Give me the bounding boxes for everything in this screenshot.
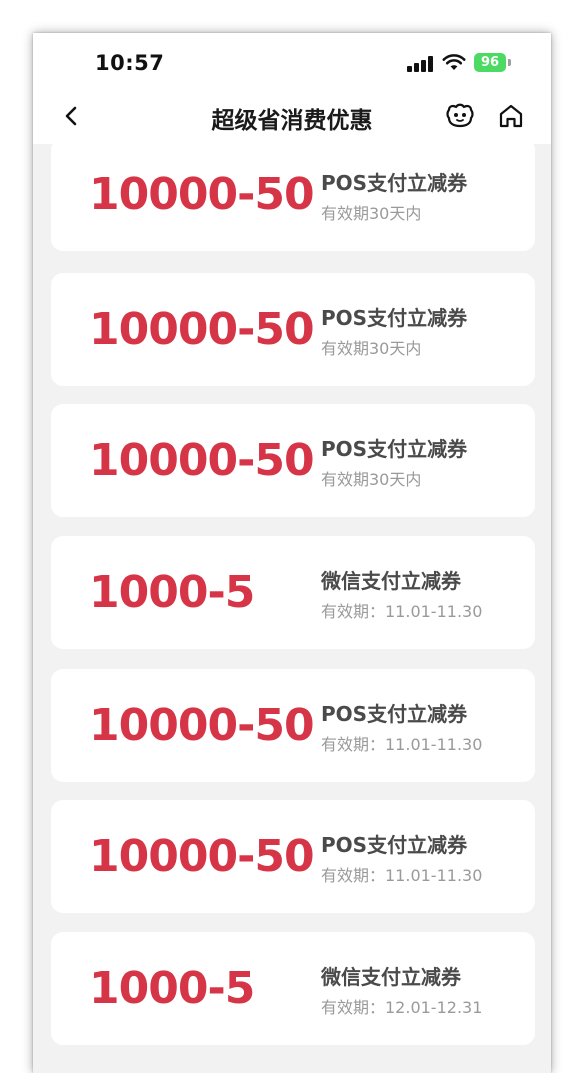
coupon-card[interactable]: 10000-50 POS支付立减券 有效期30天内 [51, 404, 535, 517]
home-icon [499, 104, 523, 128]
coupon-amount: 1000-5 [89, 963, 255, 1014]
coupon-card[interactable]: 10000-50 POS支付立减券 有效期：11.01-11.30 [51, 800, 535, 913]
coupon-amount: 10000-50 [89, 700, 315, 751]
robot-icon [446, 103, 474, 128]
status-bar: 10:57 96 [33, 33, 551, 93]
coupon-title: POS支付立减券 [321, 702, 468, 726]
phone-frame: 10000-50 POS支付立减券 有效期30天内 10000-50 POS支付… [33, 33, 551, 1073]
top-bar: 10:57 96 超级省消费优惠 [33, 33, 551, 144]
back-button[interactable] [57, 101, 87, 131]
coupon-title: POS支付立减券 [321, 306, 468, 330]
coupon-validity: 有效期：11.01-11.30 [321, 735, 483, 754]
nav-bar: 超级省消费优惠 [33, 93, 551, 144]
coupon-title: POS支付立减券 [321, 171, 468, 195]
coupon-title: POS支付立减券 [321, 833, 468, 857]
status-time: 10:57 [95, 51, 165, 75]
coupon-amount: 10000-50 [89, 435, 315, 486]
coupon-amount: 10000-50 [89, 304, 315, 355]
coupon-title: 微信支付立减券 [321, 569, 461, 593]
battery-cap [508, 59, 511, 66]
coupon-amount: 10000-50 [89, 831, 315, 882]
coupon-amount: 1000-5 [89, 567, 255, 618]
home-button[interactable] [496, 101, 526, 131]
coupon-validity: 有效期30天内 [321, 204, 422, 223]
coupon-amount: 10000-50 [89, 169, 315, 220]
coupon-card[interactable]: 10000-50 POS支付立减券 有效期30天内 [51, 138, 535, 251]
coupon-card[interactable]: 1000-5 微信支付立减券 有效期：12.01-12.31 [51, 932, 535, 1045]
cellular-signal-icon [407, 56, 435, 72]
coupon-title: POS支付立减券 [321, 437, 468, 461]
coupon-validity: 有效期30天内 [321, 339, 422, 358]
coupon-title: 微信支付立减券 [321, 965, 461, 989]
wifi-icon [442, 53, 466, 71]
battery-indicator: 96 [474, 53, 506, 72]
coupon-validity: 有效期：12.01-12.31 [321, 998, 483, 1017]
coupon-card[interactable]: 10000-50 POS支付立减券 有效期30天内 [51, 273, 535, 386]
coupon-card[interactable]: 1000-5 微信支付立减券 有效期：11.01-11.30 [51, 536, 535, 649]
coupon-validity: 有效期：11.01-11.30 [321, 866, 483, 885]
assistant-button[interactable] [443, 101, 475, 131]
coupon-validity: 有效期30天内 [321, 470, 422, 489]
coupon-card[interactable]: 10000-50 POS支付立减券 有效期：11.01-11.30 [51, 669, 535, 782]
chevron-left-icon [65, 106, 77, 126]
coupon-validity: 有效期：11.01-11.30 [321, 602, 483, 621]
